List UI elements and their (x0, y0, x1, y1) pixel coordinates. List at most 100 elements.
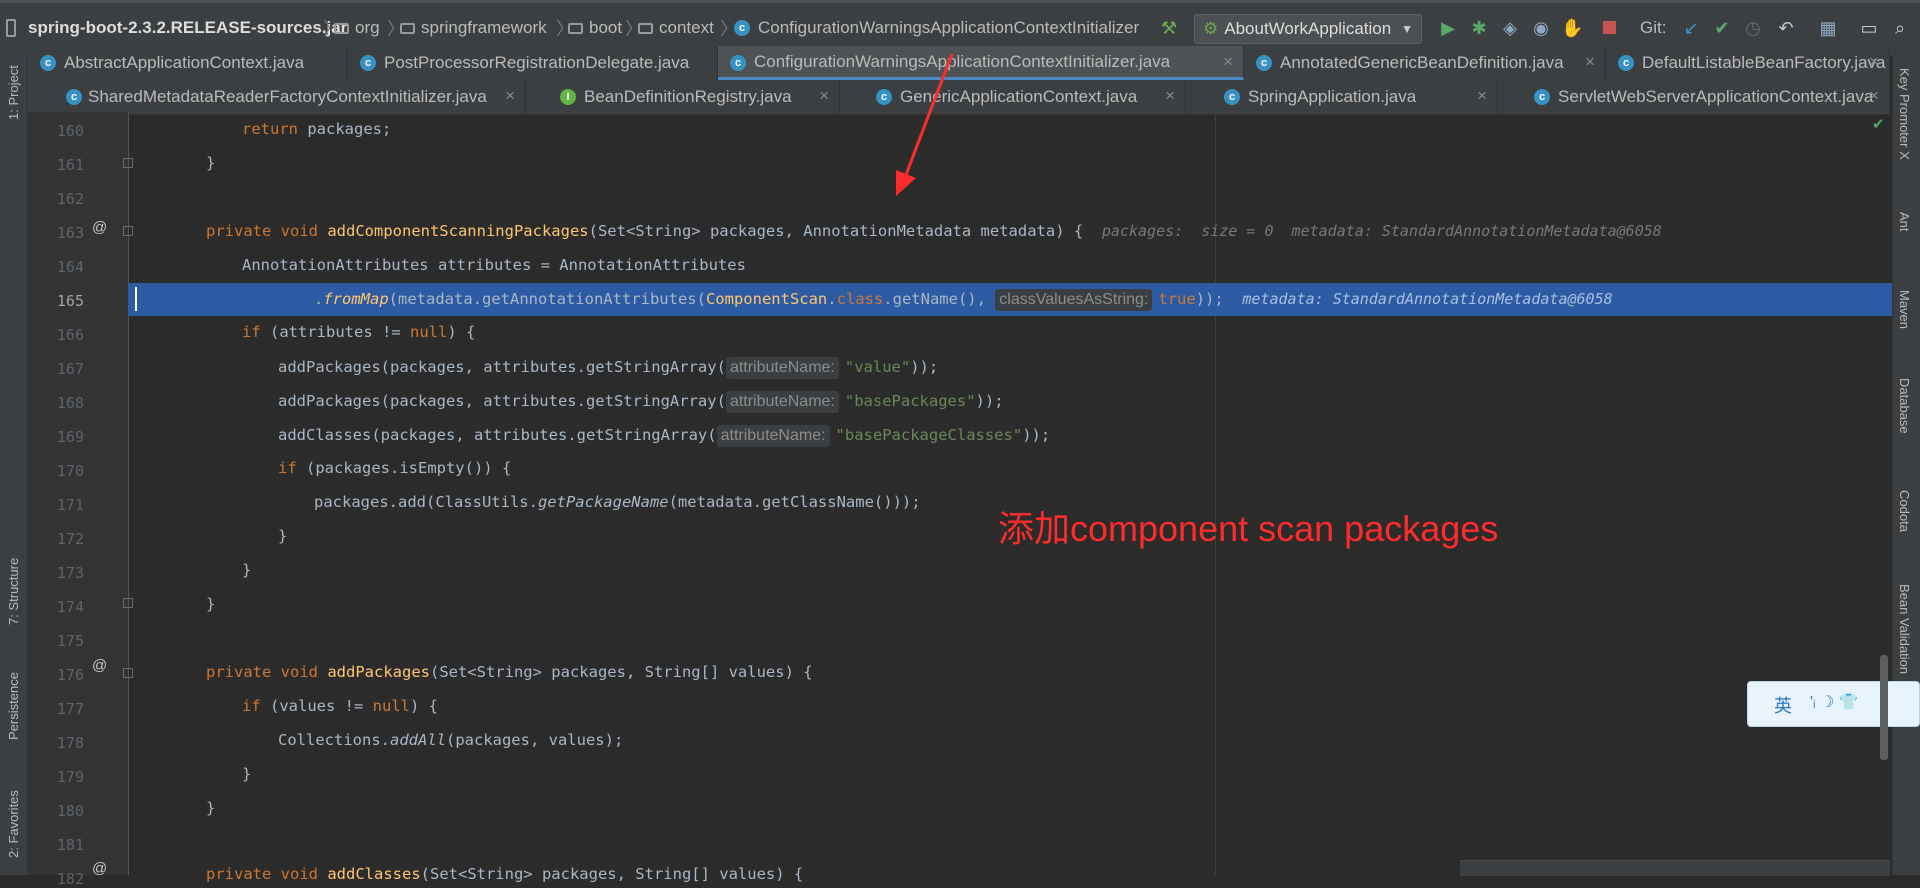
tool-window-persistence[interactable]: Persistence (6, 672, 21, 740)
fold-marker-icon[interactable] (123, 598, 133, 608)
tool-window-project[interactable]: 1: Project (6, 65, 21, 120)
tab-spring-application[interactable]: c SpringApplication.java × (1186, 80, 1498, 114)
line-number: 160 (56, 122, 84, 140)
tool-window-codota[interactable]: Codota (1897, 490, 1912, 532)
stop-icon[interactable] (1598, 17, 1620, 39)
code-line-170[interactable]: if (packages.isEmpty()) { (278, 459, 511, 477)
breadcrumb-springframework[interactable]: springframework (400, 14, 547, 42)
code-line-179[interactable]: } (242, 765, 251, 783)
tab-servlet-web-server-context[interactable]: c ServletWebServerApplicationContext.java… (1498, 80, 1890, 114)
code-line-161[interactable]: } (206, 154, 215, 172)
attach-debugger-icon[interactable]: ✋ (1561, 17, 1583, 39)
line-number: 170 (56, 462, 84, 480)
class-icon: c (66, 89, 82, 105)
tab-bean-definition-registry[interactable]: I BeanDefinitionRegistry.java × (526, 80, 840, 114)
git-history-icon[interactable]: ◷ (1742, 17, 1764, 39)
tab-abstract-application-context[interactable]: c AbstractApplicationContext.java (28, 46, 348, 80)
tool-window-bean-validation[interactable]: Bean Validation (1897, 584, 1912, 674)
code-line-168[interactable]: addPackages(packages, attributes.getStri… (278, 391, 1004, 413)
rollback-icon[interactable]: ↶ (1775, 17, 1797, 39)
fold-marker-icon[interactable] (123, 226, 133, 236)
git-update-icon[interactable]: ↙ (1680, 17, 1702, 39)
breadcrumb-org[interactable]: org (334, 14, 380, 42)
code-line-160[interactable]: return packages; (242, 120, 391, 138)
close-tab-icon[interactable]: × (819, 86, 829, 106)
code-line-166[interactable]: if (attributes != null) { (242, 323, 475, 341)
close-tab-icon[interactable]: × (505, 86, 515, 106)
code-line-178[interactable]: Collections.addAll(packages, values); (278, 731, 623, 749)
class-icon: c (40, 55, 56, 71)
close-tab-icon[interactable]: × (1869, 86, 1879, 106)
tool-window-ant[interactable]: Ant (1897, 212, 1912, 232)
close-tab-icon[interactable]: × (1585, 52, 1595, 72)
line-number: 182 (56, 870, 84, 888)
fold-marker-icon[interactable] (123, 158, 133, 168)
tab-default-listable-bean-factory[interactable]: c DefaultListableBeanFactory.java × (1606, 46, 1890, 80)
inspection-ok-icon: ✔ (1872, 116, 1885, 133)
terminal-icon[interactable]: ▭ (1858, 17, 1880, 39)
code-line-167[interactable]: addPackages(packages, attributes.getStri… (278, 357, 938, 379)
fold-marker-icon[interactable] (123, 668, 133, 678)
ime-symbol-icons[interactable]: 'ᵢ ☽ 👕 (1810, 692, 1859, 712)
breadcrumb-class[interactable]: c ConfigurationWarningsApplicationContext… (734, 14, 1139, 42)
breadcrumb-boot[interactable]: boot (568, 14, 622, 42)
folder-icon (638, 22, 653, 34)
inline-debug-value: packages: size = 0 metadata: StandardAnn… (1101, 222, 1662, 240)
class-icon: c (1224, 89, 1240, 105)
override-marker-icon[interactable]: @ (92, 219, 110, 236)
tool-window-database[interactable]: Database (1897, 378, 1912, 434)
code-line-173[interactable]: } (242, 561, 251, 579)
debug-icon[interactable]: ✱ (1468, 17, 1490, 39)
code-line-182[interactable]: private void addClasses(Set<String> pack… (206, 865, 803, 883)
code-line-165[interactable]: .fromMap(metadata.getAnnotationAttribute… (314, 289, 1613, 311)
code-line-176[interactable]: private void addPackages(Set<String> pac… (206, 663, 813, 681)
override-marker-icon[interactable]: @ (92, 860, 110, 877)
editor-scrollbar[interactable] (1880, 655, 1888, 760)
coverage-icon[interactable]: ◈ (1499, 17, 1521, 39)
line-number: 168 (56, 394, 84, 412)
code-line-177[interactable]: if (values != null) { (242, 697, 438, 715)
class-icon: c (360, 55, 376, 71)
tab-annotated-generic-bean-definition[interactable]: c AnnotatedGenericBeanDefinition.java × (1244, 46, 1606, 80)
run-icon[interactable]: ▶ (1437, 17, 1459, 39)
close-tab-icon[interactable]: × (1223, 52, 1233, 72)
tool-window-structure[interactable]: 7: Structure (6, 558, 21, 625)
breadcrumb-jar[interactable]: spring-boot-2.3.2.RELEASE-sources.jar (28, 14, 347, 42)
tool-window-maven[interactable]: Maven (1897, 290, 1912, 329)
profiler-icon[interactable]: ◉ (1530, 17, 1552, 39)
parameter-hint: classValuesAsString: (995, 289, 1153, 311)
class-icon: c (730, 55, 746, 71)
close-tab-icon[interactable]: × (1477, 86, 1487, 106)
run-configuration-dropdown[interactable]: ⚙ AboutWorkApplication ▼ (1194, 14, 1422, 44)
breadcrumb-context[interactable]: context (638, 14, 714, 42)
inline-debug-value: metadata: StandardAnnotationMetadata@605… (1242, 290, 1613, 308)
override-marker-icon[interactable]: @ (92, 657, 110, 674)
code-line-172[interactable]: } (278, 527, 287, 545)
tool-window-key-promoter[interactable]: Key Promoter X (1897, 68, 1912, 160)
tab-shared-metadata-reader-factory[interactable]: c SharedMetadataReaderFactoryContextIniti… (28, 80, 526, 114)
code-line-169[interactable]: addClasses(packages, attributes.getStrin… (278, 425, 1050, 447)
close-tab-icon[interactable]: × (1165, 86, 1175, 106)
tool-window-favorites[interactable]: 2: Favorites (6, 790, 21, 858)
code-line-171[interactable]: packages.add(ClassUtils.getPackageName(m… (314, 493, 921, 511)
code-line-163[interactable]: private void addComponentScanningPackage… (206, 222, 1662, 240)
ime-language-indicator[interactable]: 英 (1774, 692, 1792, 718)
build-hammer-icon[interactable]: ⚒ (1158, 17, 1180, 39)
search-icon[interactable]: ⌕ (1889, 17, 1911, 39)
tab-post-processor-registration-delegate[interactable]: c PostProcessorRegistrationDelegate.java (348, 46, 718, 80)
code-line-174[interactable]: } (206, 595, 215, 613)
git-commit-icon[interactable]: ✔ (1711, 17, 1733, 39)
project-structure-icon[interactable]: ▦ (1817, 17, 1839, 39)
key-promoter-popup-edge (1460, 860, 1890, 876)
code-line-180[interactable]: } (206, 799, 215, 817)
line-number: 165 (56, 292, 84, 310)
line-number: 177 (56, 700, 84, 718)
parameter-hint: attributeName: (716, 425, 830, 447)
line-number: 164 (56, 258, 84, 276)
code-line-164[interactable]: AnnotationAttributes attributes = Annota… (242, 256, 746, 274)
ime-toolbar[interactable]: 英 'ᵢ ☽ 👕 (1747, 681, 1920, 727)
close-tab-icon[interactable]: × (1869, 52, 1879, 72)
menu-strip (0, 0, 1920, 3)
tab-configuration-warnings-initializer[interactable]: c ConfigurationWarningsApplicationContext… (718, 46, 1244, 80)
annotation-text: 添加component scan packages (998, 508, 1499, 549)
